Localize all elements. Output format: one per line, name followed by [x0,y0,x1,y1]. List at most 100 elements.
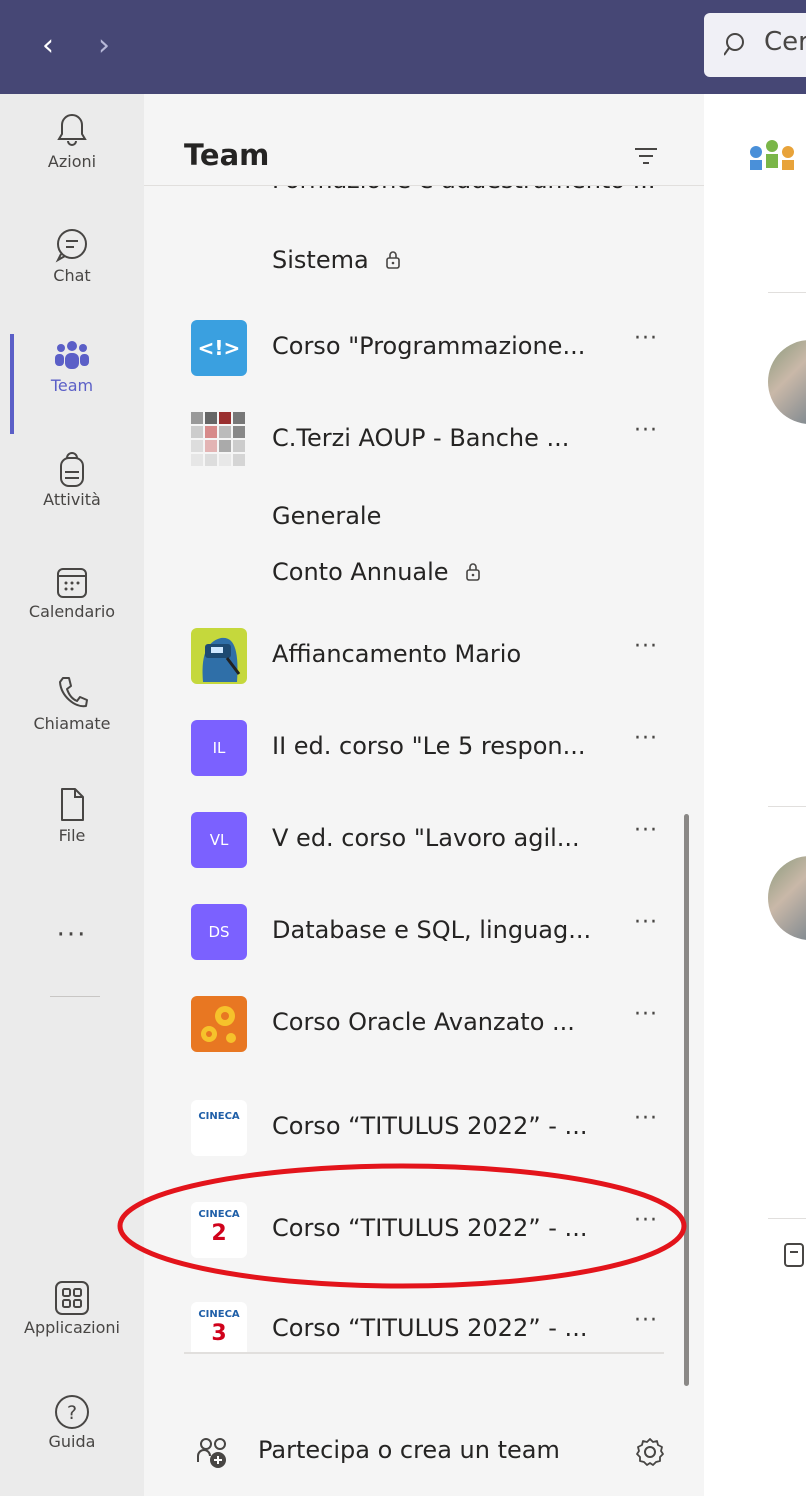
team-row[interactable]: DS Database e SQL, linguag... ··· [144,894,704,974]
rail-label: Attività [43,490,101,509]
team-initials-avatar: IL [191,720,247,776]
more-options-button[interactable]: ··· [634,1002,658,1027]
channel-logo [744,122,806,184]
chevron-left-icon[interactable]: ‹ [28,26,68,66]
team-row[interactable]: <!> Corso "Programmazione... ··· [144,310,704,390]
cineca-number: 3 [211,1321,227,1346]
team-row[interactable]: Affiancamento Mario ··· [144,618,704,698]
search-input[interactable]: Cer [704,13,806,77]
rail-label: File [58,826,86,845]
search-placeholder: Cer [764,27,806,57]
code-logo: <!> [191,320,247,376]
lock-icon [385,251,400,269]
pane-title: Team [184,138,270,172]
cineca-logo: CINECA 3 [191,1302,247,1352]
rail-label: Calendario [28,602,116,621]
welder-logo [191,628,247,684]
team-initials-avatar: VL [191,812,247,868]
team-row[interactable]: C.Terzi AOUP - Banche ... ··· [144,402,704,482]
rail-item-chiamate[interactable]: Chiamate [0,674,144,774]
rail-item-applicazioni[interactable]: Applicazioni [0,1280,144,1380]
more-options-button[interactable]: ··· [634,326,658,351]
rail-label: Chat [53,266,91,285]
more-options-button[interactable]: ··· [634,418,658,443]
rail-item-team[interactable]: Team [0,334,144,434]
team-name: Affiancamento Mario [272,640,522,668]
chevron-right-icon[interactable]: › [84,26,124,66]
more-options-button[interactable]: ··· [634,1308,658,1333]
rail-divider [50,996,100,997]
mosaic-logo [191,412,247,468]
team-name: Corso “TITULUS 2022” - ... [272,1112,588,1140]
channel-generale[interactable]: Generale [272,502,381,530]
apps-icon [55,1281,89,1315]
compose-icon[interactable] [782,1240,806,1270]
calendar-icon [57,568,87,598]
file-icon [61,788,84,821]
team-name: II ed. corso "Le 5 respon... [272,732,586,760]
active-indicator [10,334,14,434]
cineca-logo: CINECA [191,1100,247,1156]
rail-item-attivita[interactable]: Attività [0,450,144,550]
team-row[interactable]: Corso Oracle Avanzato ... ··· [144,986,704,1066]
rail-item-file[interactable]: File [0,786,144,886]
cineca-brand: CINECA [198,1111,240,1122]
scrollbar[interactable] [684,814,689,1386]
message-divider [768,806,806,807]
team-name: C.Terzi AOUP - Banche ... [272,424,570,452]
cineca-brand: CINECA [198,1309,240,1320]
rail-label: Azioni [47,152,97,171]
channel-label: Sistema [272,246,369,274]
search-icon [724,33,744,56]
highlight-annotation [117,1163,687,1289]
footer-divider [184,1352,664,1354]
message-divider [768,1218,806,1219]
rail-label: Chiamate [33,714,111,733]
message-divider [768,292,806,293]
more-options-button[interactable]: ··· [634,726,658,751]
rail-item-chat[interactable]: Chat [0,226,144,326]
channel-label: Conto Annuale [272,558,449,586]
title-bar: ‹ › Cer [0,0,806,94]
team-initials-avatar: DS [191,904,247,960]
team-row[interactable]: VL V ed. corso "Lavoro agil... ··· [144,802,704,882]
more-options-button[interactable]: ··· [634,634,658,659]
rail-item-azioni[interactable]: Azioni [0,110,144,210]
team-row[interactable]: CINECA Corso “TITULUS 2022” - ... ··· [144,1090,704,1170]
team-name: Corso Oracle Avanzato ... [272,1008,575,1036]
channel-sistema[interactable]: Sistema [272,246,403,274]
filter-icon[interactable] [632,142,660,170]
more-options-button[interactable]: ··· [634,1106,658,1131]
channel-cut-off[interactable]: Formazione e addestramento ... [272,186,656,194]
more-apps-button[interactable]: ··· [0,920,144,950]
channel-conto-annuale[interactable]: Conto Annuale [272,558,483,586]
team-name: Database e SQL, linguag... [272,916,592,944]
rail-label: Applicazioni [24,1318,120,1337]
avatar [768,856,806,940]
team-name: Corso “TITULUS 2022” - ... [272,1314,588,1342]
rail-label: Guida [48,1432,96,1451]
conversation-pane [704,94,806,1496]
chat-icon [55,229,87,263]
help-icon: ? [55,1395,89,1429]
gears-logo [191,996,247,1052]
lock-icon [465,563,480,581]
rail-item-calendario[interactable]: Calendario [0,564,144,664]
phone-icon [59,677,88,708]
teams-icon [55,341,89,369]
team-name: V ed. corso "Lavoro agil... [272,824,580,852]
rail-item-guida[interactable]: ? Guida [0,1394,144,1494]
avatar [768,340,806,424]
join-team-icon[interactable] [196,1436,230,1470]
gear-icon[interactable] [634,1436,666,1468]
team-row[interactable]: IL II ed. corso "Le 5 respon... ··· [144,710,704,790]
more-options-button[interactable]: ··· [634,910,658,935]
team-name: Corso "Programmazione... [272,332,586,360]
team-row[interactable]: CINECA 3 Corso “TITULUS 2022” - ... ··· [144,1292,704,1352]
rail-label: Team [50,376,94,395]
more-options-button[interactable]: ··· [634,818,658,843]
svg-text:?: ? [67,1402,77,1424]
join-or-create-team-link[interactable]: Partecipa o crea un team [258,1436,560,1464]
bell-icon [57,114,87,146]
backpack-icon [60,452,84,487]
